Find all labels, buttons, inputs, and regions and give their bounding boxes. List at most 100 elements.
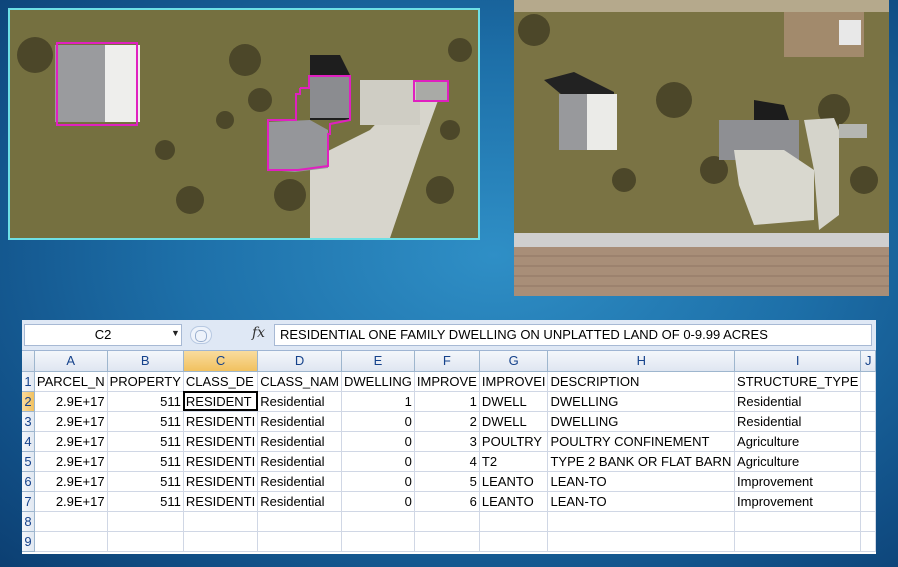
- cell[interactable]: RESIDENTI: [183, 471, 259, 492]
- dropdown-arrow-icon[interactable]: ▼: [171, 328, 180, 338]
- cell[interactable]: [107, 511, 184, 532]
- cell[interactable]: DWELLING: [547, 411, 736, 432]
- scroll-handle-icon[interactable]: [190, 326, 212, 344]
- cell[interactable]: [479, 531, 549, 552]
- cell[interactable]: 2.9E+17: [34, 391, 108, 412]
- cell[interactable]: [34, 511, 108, 532]
- cell[interactable]: [341, 511, 415, 532]
- cell[interactable]: 0: [341, 491, 415, 512]
- cell[interactable]: [257, 531, 342, 552]
- column-header[interactable]: J: [860, 351, 876, 372]
- column-header[interactable]: A: [34, 351, 108, 372]
- formula-input[interactable]: RESIDENTIAL ONE FAMILY DWELLING ON UNPLA…: [274, 324, 872, 346]
- cell[interactable]: RESIDENTI: [183, 431, 259, 452]
- cell[interactable]: 2.9E+17: [34, 471, 108, 492]
- column-header[interactable]: B: [107, 351, 184, 372]
- cell[interactable]: 511: [107, 411, 184, 432]
- cell[interactable]: 511: [107, 451, 184, 472]
- cell[interactable]: DWELL: [479, 411, 549, 432]
- name-box[interactable]: C2: [24, 324, 182, 346]
- cell[interactable]: 511: [107, 471, 184, 492]
- cell[interactable]: POULTRY CONFINEMENT: [547, 431, 736, 452]
- cell[interactable]: TYPE 2 BANK OR FLAT BARN: [547, 451, 736, 472]
- cell[interactable]: Improvement: [734, 491, 862, 512]
- cell[interactable]: [860, 371, 876, 392]
- cell[interactable]: [860, 451, 876, 472]
- row-header[interactable]: 9: [22, 531, 35, 552]
- cell[interactable]: 2: [414, 411, 480, 432]
- cell[interactable]: [183, 511, 259, 532]
- cell[interactable]: CLASS_DE: [183, 371, 259, 392]
- cell[interactable]: DESCRIPTION: [547, 371, 736, 392]
- cell[interactable]: [479, 511, 549, 532]
- cell[interactable]: RESIDENTI: [183, 491, 259, 512]
- cell[interactable]: Residential: [257, 431, 342, 452]
- row-header[interactable]: 3: [22, 411, 35, 432]
- cell[interactable]: T2: [479, 451, 549, 472]
- cell[interactable]: [860, 411, 876, 432]
- cell[interactable]: 2.9E+17: [34, 431, 108, 452]
- cell[interactable]: [860, 491, 876, 512]
- cell[interactable]: LEANTO: [479, 491, 549, 512]
- cell[interactable]: [860, 431, 876, 452]
- cell[interactable]: Improvement: [734, 471, 862, 492]
- cell[interactable]: DWELL: [479, 391, 549, 412]
- row-header[interactable]: 2: [22, 391, 35, 412]
- column-header[interactable]: H: [547, 351, 736, 372]
- column-header[interactable]: F: [414, 351, 480, 372]
- cell[interactable]: [341, 531, 415, 552]
- row-header[interactable]: 1: [22, 371, 35, 392]
- cell[interactable]: Agriculture: [734, 431, 862, 452]
- column-header[interactable]: D: [257, 351, 342, 372]
- cell[interactable]: [257, 511, 342, 532]
- row-header[interactable]: 4: [22, 431, 35, 452]
- row-header[interactable]: 8: [22, 511, 35, 532]
- cell[interactable]: 4: [414, 451, 480, 472]
- cell[interactable]: STRUCTURE_TYPE: [734, 371, 862, 392]
- cell[interactable]: 0: [341, 471, 415, 492]
- cell[interactable]: Residential: [257, 471, 342, 492]
- row-header[interactable]: 5: [22, 451, 35, 472]
- cell[interactable]: Residential: [257, 391, 342, 412]
- cell[interactable]: [860, 531, 876, 552]
- cell[interactable]: 0: [341, 411, 415, 432]
- cell[interactable]: 2.9E+17: [34, 451, 108, 472]
- insert-function-icon[interactable]: fx: [252, 325, 265, 341]
- cell[interactable]: [734, 531, 862, 552]
- select-all-corner[interactable]: [22, 351, 35, 372]
- cell[interactable]: LEAN-TO: [547, 471, 736, 492]
- cell[interactable]: [547, 531, 736, 552]
- cell[interactable]: [860, 391, 876, 412]
- cell[interactable]: [734, 511, 862, 532]
- cell[interactable]: PROPERTY: [107, 371, 184, 392]
- cell[interactable]: 1: [341, 391, 415, 412]
- cell[interactable]: IMPROVEI: [479, 371, 549, 392]
- cell[interactable]: LEAN-TO: [547, 491, 736, 512]
- cell[interactable]: 511: [107, 431, 184, 452]
- cell[interactable]: [860, 471, 876, 492]
- column-header[interactable]: G: [479, 351, 549, 372]
- row-header[interactable]: 7: [22, 491, 35, 512]
- cell[interactable]: CLASS_NAM: [257, 371, 342, 392]
- cell[interactable]: DWELLING: [341, 371, 415, 392]
- cell[interactable]: DWELLING: [547, 391, 736, 412]
- cell[interactable]: Residential: [257, 451, 342, 472]
- cell[interactable]: 1: [414, 391, 480, 412]
- cell[interactable]: 2.9E+17: [34, 491, 108, 512]
- cell[interactable]: Residential: [257, 411, 342, 432]
- cell[interactable]: 511: [107, 491, 184, 512]
- cell[interactable]: [860, 511, 876, 532]
- cell[interactable]: RESIDENTI: [183, 411, 259, 432]
- cell[interactable]: RESIDENTI: [183, 451, 259, 472]
- cell[interactable]: [547, 511, 736, 532]
- cell[interactable]: [414, 511, 480, 532]
- column-header[interactable]: E: [341, 351, 415, 372]
- cell[interactable]: Agriculture: [734, 451, 862, 472]
- cell[interactable]: POULTRY: [479, 431, 549, 452]
- cell[interactable]: 511: [107, 391, 184, 412]
- row-header[interactable]: 6: [22, 471, 35, 492]
- cell[interactable]: [414, 531, 480, 552]
- cell[interactable]: [34, 531, 108, 552]
- cell[interactable]: IMPROVE: [414, 371, 480, 392]
- cell[interactable]: 0: [341, 451, 415, 472]
